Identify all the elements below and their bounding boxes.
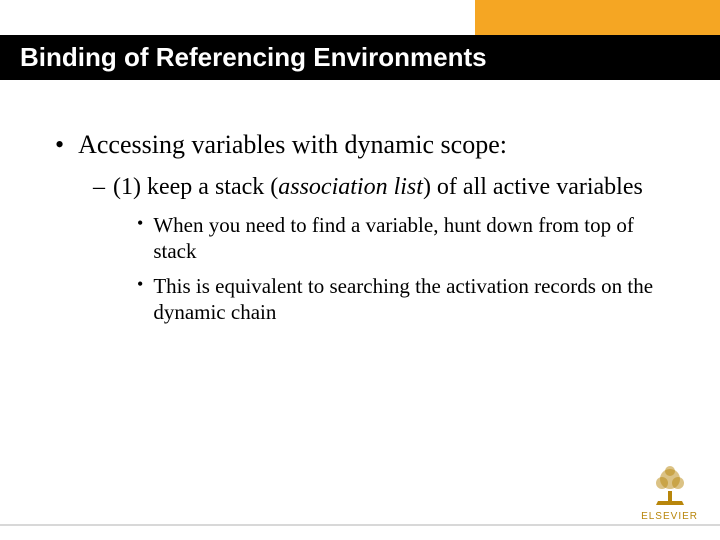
bullet-l2-text: (1) keep a stack (association list) of a…	[113, 172, 643, 202]
bullet-dot-icon: •	[137, 273, 143, 326]
bullet-level-3: • This is equivalent to searching the ac…	[137, 273, 675, 326]
bullet-dot-icon: •	[137, 212, 143, 265]
publisher-logo: ELSEVIER	[641, 461, 698, 522]
l2-prefix: (1) keep a stack (	[113, 174, 278, 200]
slide: Binding of Referencing Environments • Ac…	[0, 0, 720, 540]
bullet-l1-text: Accessing variables with dynamic scope:	[78, 130, 507, 160]
l2-italic: association list	[278, 174, 423, 200]
title-bar: Binding of Referencing Environments	[0, 35, 720, 80]
content-area: • Accessing variables with dynamic scope…	[55, 130, 675, 333]
bullet-dot-icon: •	[55, 130, 64, 160]
orange-accent	[475, 0, 720, 35]
l2-suffix: ) of all active variables	[423, 174, 643, 200]
bullet-dash-icon: –	[93, 172, 105, 202]
bullet-l3b-text: This is equivalent to searching the acti…	[153, 273, 675, 326]
logo-text: ELSEVIER	[641, 511, 698, 522]
bullet-level-1: • Accessing variables with dynamic scope…	[55, 130, 675, 160]
bullet-level-3: • When you need to find a variable, hunt…	[137, 212, 675, 265]
tree-icon	[646, 461, 694, 509]
slide-title: Binding of Referencing Environments	[20, 42, 487, 73]
bullet-level-2: – (1) keep a stack (association list) of…	[93, 172, 675, 202]
footer-divider	[0, 524, 720, 526]
bullet-l3a-text: When you need to find a variable, hunt d…	[153, 212, 675, 265]
